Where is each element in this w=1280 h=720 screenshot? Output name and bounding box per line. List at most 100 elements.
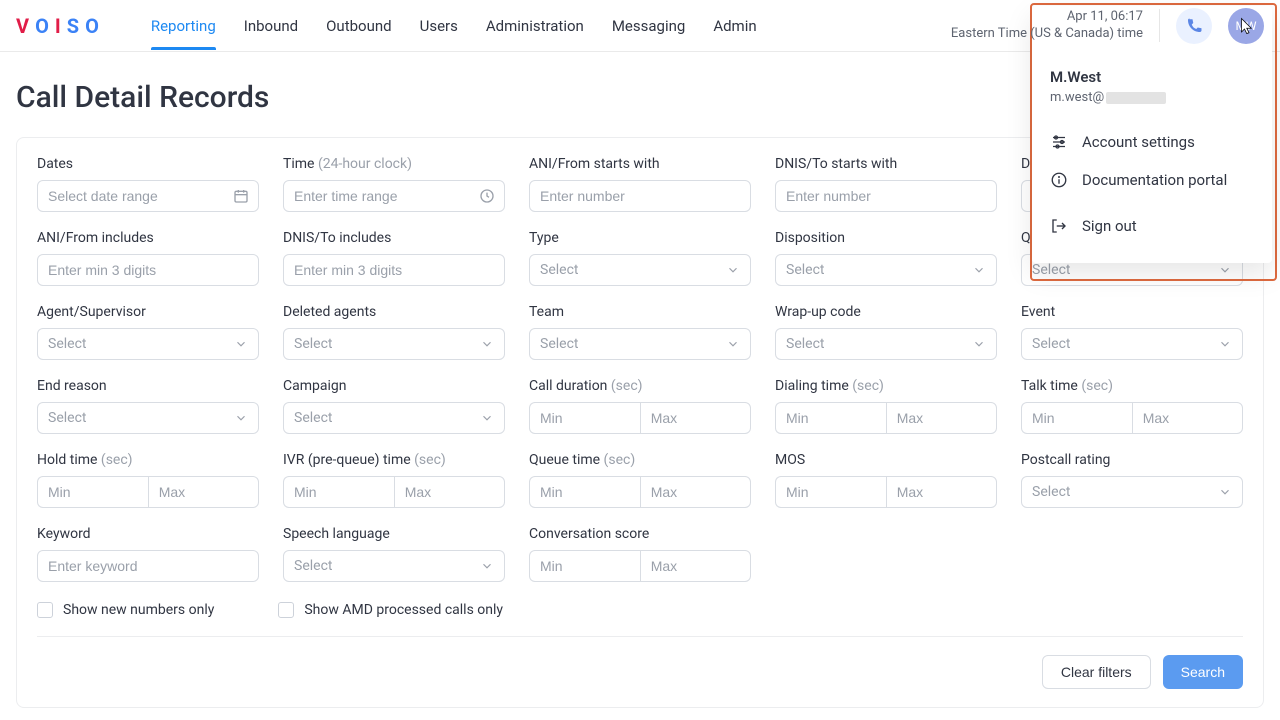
mos-min[interactable] (775, 476, 886, 508)
nav-administration[interactable]: Administration (486, 3, 584, 49)
nav-inbound[interactable]: Inbound (244, 3, 298, 49)
field-dialing-time: Dialing time (sec) (775, 378, 997, 434)
user-name: M.West (1050, 68, 1254, 86)
menu-sign-out[interactable]: Sign out (1050, 207, 1254, 245)
avatar[interactable]: MW (1228, 8, 1264, 44)
menu-documentation[interactable]: Documentation portal (1050, 161, 1254, 199)
ivr-time-min[interactable] (283, 476, 394, 508)
field-hold-time: Hold time (sec) (37, 452, 259, 508)
endreason-select[interactable]: Select (37, 402, 259, 434)
clear-filters-button[interactable]: Clear filters (1042, 655, 1151, 689)
postcall-select[interactable]: Select (1021, 476, 1243, 508)
keyword-label: Keyword (37, 526, 259, 542)
queue-time-label: Queue time (sec) (529, 452, 751, 468)
logo-o1: O (35, 14, 53, 38)
disposition-select[interactable]: Select (775, 254, 997, 286)
postcall-label: Postcall rating (1021, 452, 1243, 468)
call-duration-max[interactable] (640, 402, 751, 434)
mos-max[interactable] (886, 476, 997, 508)
sliders-icon (1050, 133, 1068, 151)
talk-time-max[interactable] (1132, 402, 1243, 434)
menu-account-label: Account settings (1082, 133, 1195, 151)
field-ivr-time: IVR (pre-queue) time (sec) (283, 452, 505, 508)
chevron-down-icon (1218, 263, 1232, 277)
avatar-initials: MW (1235, 19, 1256, 33)
header-date: Apr 11, 06:17 (951, 9, 1143, 26)
menu-account-settings[interactable]: Account settings (1050, 123, 1254, 161)
nav-messaging[interactable]: Messaging (612, 3, 685, 49)
field-type: Type Select (529, 230, 751, 286)
queue-time-max[interactable] (640, 476, 751, 508)
conv-min[interactable] (529, 550, 640, 582)
queue-time-min[interactable] (529, 476, 640, 508)
nav-reporting[interactable]: Reporting (151, 3, 216, 49)
speech-select[interactable]: Select (283, 550, 505, 582)
nav: Reporting Inbound Outbound Users Adminis… (151, 3, 757, 49)
conv-max[interactable] (640, 550, 751, 582)
time-block: Apr 11, 06:17 Eastern Time (US & Canada)… (951, 9, 1160, 43)
check-amd-label: Show AMD processed calls only (304, 602, 503, 618)
hold-time-min[interactable] (37, 476, 148, 508)
speech-label: Speech language (283, 526, 505, 542)
dnis-starts-input[interactable] (775, 180, 997, 212)
field-call-duration: Call duration (sec) (529, 378, 751, 434)
dates-label: Dates (37, 156, 259, 172)
talk-time-label: Talk time (sec) (1021, 378, 1243, 394)
event-label: Event (1021, 304, 1243, 320)
field-endreason: End reason Select (37, 378, 259, 434)
time-input[interactable] (283, 180, 505, 212)
checkbox-icon (278, 602, 294, 618)
field-campaign: Campaign Select (283, 378, 505, 434)
hold-time-max[interactable] (148, 476, 259, 508)
event-select[interactable]: Select (1021, 328, 1243, 360)
field-deleted: Deleted agents Select (283, 304, 505, 360)
ani-starts-input[interactable] (529, 180, 751, 212)
field-queue-time: Queue time (sec) (529, 452, 751, 508)
dialing-time-min[interactable] (775, 402, 886, 434)
ani-includes-input[interactable] (37, 254, 259, 286)
field-dnis-starts: DNIS/To starts with (775, 156, 997, 212)
mos-label: MOS (775, 452, 997, 468)
call-duration-min[interactable] (529, 402, 640, 434)
dnis-includes-input[interactable] (283, 254, 505, 286)
dates-input[interactable] (37, 180, 259, 212)
wrapup-select[interactable]: Select (775, 328, 997, 360)
field-team: Team Select (529, 304, 751, 360)
talk-time-min[interactable] (1021, 402, 1132, 434)
header-tz: Eastern Time (US & Canada) time (951, 26, 1143, 43)
nav-admin[interactable]: Admin (713, 3, 756, 49)
checkbox-row: Show new numbers only Show AMD processed… (37, 602, 1243, 618)
chevron-down-icon (972, 337, 986, 351)
dialing-time-max[interactable] (886, 402, 997, 434)
check-amd[interactable]: Show AMD processed calls only (278, 602, 503, 618)
field-agent: Agent/Supervisor Select (37, 304, 259, 360)
nav-users[interactable]: Users (420, 3, 458, 49)
agent-select[interactable]: Select (37, 328, 259, 360)
field-dnis-includes: DNIS/To includes (283, 230, 505, 286)
type-select[interactable]: Select (529, 254, 751, 286)
search-button[interactable]: Search (1163, 655, 1243, 689)
team-select[interactable]: Select (529, 328, 751, 360)
user-email-redacted (1106, 92, 1166, 104)
clock-icon (479, 188, 495, 204)
check-new-numbers[interactable]: Show new numbers only (37, 602, 214, 618)
keyword-input[interactable] (37, 550, 259, 582)
team-label: Team (529, 304, 751, 320)
deleted-label: Deleted agents (283, 304, 505, 320)
field-ani-includes: ANI/From includes (37, 230, 259, 286)
field-speech: Speech language Select (283, 526, 505, 582)
chevron-down-icon (234, 411, 248, 425)
field-talk-time: Talk time (sec) (1021, 378, 1243, 434)
dialer-button[interactable] (1176, 8, 1212, 44)
deleted-select[interactable]: Select (283, 328, 505, 360)
field-disposition: Disposition Select (775, 230, 997, 286)
call-duration-label: Call duration (sec) (529, 378, 751, 394)
time-label: Time (24-hour clock) (283, 156, 505, 172)
chevron-down-icon (480, 411, 494, 425)
chevron-down-icon (972, 263, 986, 277)
ivr-time-max[interactable] (394, 476, 505, 508)
nav-outbound[interactable]: Outbound (326, 3, 392, 49)
chevron-down-icon (1218, 485, 1232, 499)
conv-label: Conversation score (529, 526, 751, 542)
campaign-select[interactable]: Select (283, 402, 505, 434)
